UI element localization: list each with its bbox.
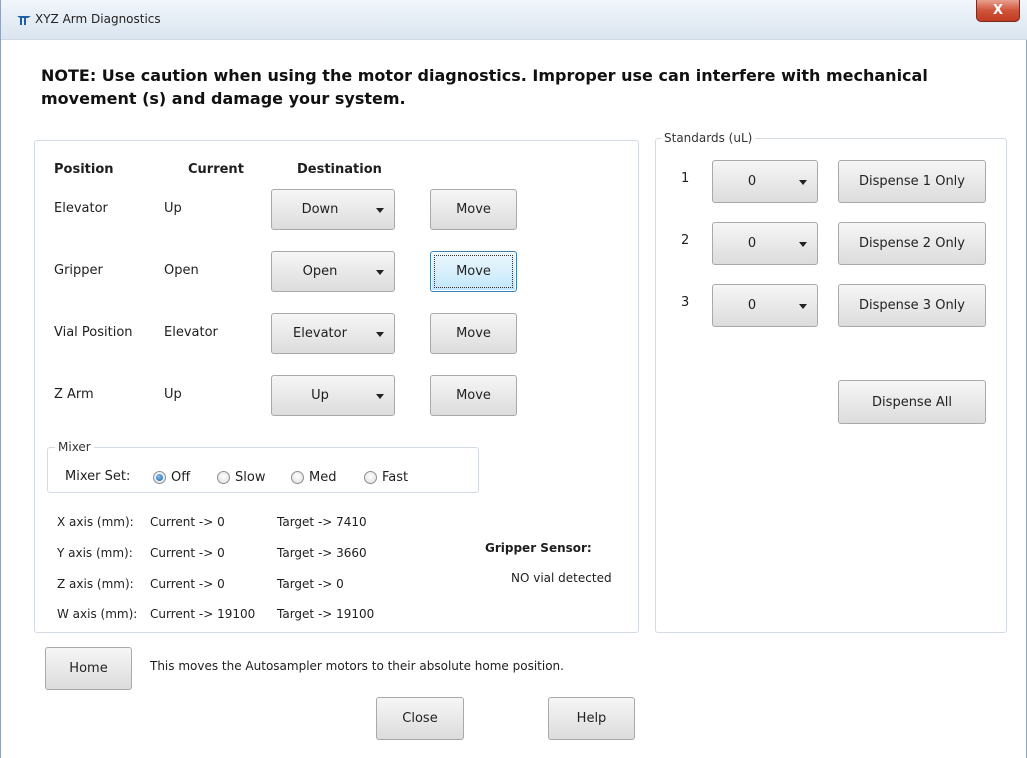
vial-position-label: Vial Position xyxy=(54,325,133,340)
z-arm-destination-value: Up xyxy=(311,388,329,403)
dispense-3-label: Dispense 3 Only xyxy=(859,298,965,313)
w-axis-label: W axis (mm): xyxy=(57,607,138,621)
window-title: XYZ Arm Diagnostics xyxy=(35,12,161,26)
chevron-down-icon xyxy=(376,331,384,337)
close-label: Close xyxy=(402,711,438,726)
dispense-all-label: Dispense All xyxy=(872,394,952,410)
chevron-down-icon xyxy=(799,303,807,309)
help-button[interactable]: Help xyxy=(548,697,635,740)
mixer-set-label: Mixer Set: xyxy=(65,469,131,484)
z-axis-label: Z axis (mm): xyxy=(57,577,134,591)
elevator-move-label: Move xyxy=(456,202,491,217)
vial-position-destination-value: Elevator xyxy=(293,326,347,341)
elevator-destination-value: Down xyxy=(301,202,339,217)
dispense-2-button[interactable]: Dispense 2 Only xyxy=(838,222,986,265)
z-arm-move-label: Move xyxy=(456,388,491,403)
home-description: This moves the Autosampler motors to the… xyxy=(150,659,564,673)
y-axis-current: Current -> 0 xyxy=(150,546,225,560)
standard-1-volume-value: 0 xyxy=(747,174,757,189)
elevator-label: Elevator xyxy=(54,201,108,216)
gripper-current: Open xyxy=(164,263,199,278)
radio-selected-icon xyxy=(153,471,166,484)
app-logo-icon xyxy=(17,16,31,25)
elevator-destination-select[interactable]: Down xyxy=(271,189,395,230)
current-header: Current xyxy=(188,162,244,177)
standard-1-volume-select[interactable]: 0 xyxy=(712,160,818,203)
standard-1-index: 1 xyxy=(681,171,690,186)
x-axis-label: X axis (mm): xyxy=(57,515,134,529)
mixer-fast-radio[interactable]: Fast xyxy=(364,470,408,485)
gripper-label: Gripper xyxy=(54,263,103,278)
dispense-all-button[interactable]: Dispense All xyxy=(838,380,986,424)
elevator-move-button[interactable]: Move xyxy=(430,189,517,230)
dispense-3-button[interactable]: Dispense 3 Only xyxy=(838,284,986,327)
mixer-slow-label: Slow xyxy=(235,470,266,485)
w-axis-target: Target -> 19100 xyxy=(277,607,375,621)
chevron-down-icon xyxy=(376,207,384,213)
standard-3-index: 3 xyxy=(681,295,690,310)
mixer-med-label: Med xyxy=(309,470,337,485)
mixer-off-radio[interactable]: Off xyxy=(153,470,190,485)
chevron-down-icon xyxy=(376,269,384,275)
home-button[interactable]: Home xyxy=(45,647,132,690)
title-bar: XYZ Arm Diagnostics X xyxy=(1,0,1027,40)
z-arm-current: Up xyxy=(164,387,182,402)
standard-2-volume-select[interactable]: 0 xyxy=(712,222,818,265)
close-window-button[interactable]: X xyxy=(976,0,1020,22)
standard-2-index: 2 xyxy=(681,233,690,248)
destination-header: Destination xyxy=(297,162,382,177)
chevron-down-icon xyxy=(799,241,807,247)
gripper-destination-value: Open xyxy=(302,264,338,279)
vial-position-current: Elevator xyxy=(164,325,218,340)
radio-unselected-icon xyxy=(364,471,377,484)
vial-position-destination-select[interactable]: Elevator xyxy=(271,313,395,354)
mixer-fast-label: Fast xyxy=(382,470,409,485)
elevator-current: Up xyxy=(164,201,182,216)
close-icon: X xyxy=(992,3,1004,18)
gripper-move-button[interactable]: Move xyxy=(430,251,517,292)
home-label: Home xyxy=(69,661,108,676)
dispense-1-label: Dispense 1 Only xyxy=(859,174,965,189)
standard-3-volume-value: 0 xyxy=(747,298,757,313)
standards-legend: Standards (uL) xyxy=(661,131,756,145)
mixer-slow-radio[interactable]: Slow xyxy=(217,470,265,485)
caution-note: NOTE: Use caution when using the motor d… xyxy=(41,66,928,108)
focus-indicator xyxy=(434,255,513,288)
standard-3-volume-select[interactable]: 0 xyxy=(712,284,818,327)
z-axis-target: Target -> 0 xyxy=(277,577,344,591)
standard-2-volume-value: 0 xyxy=(747,236,757,251)
w-axis-current: Current -> 19100 xyxy=(150,607,256,621)
gripper-sensor-label: Gripper Sensor: xyxy=(485,541,592,555)
mixer-legend: Mixer xyxy=(55,440,94,454)
position-header: Position xyxy=(54,162,114,177)
radio-unselected-icon xyxy=(217,471,230,484)
help-label: Help xyxy=(576,711,607,726)
gripper-sensor-status: NO vial detected xyxy=(511,571,612,585)
z-arm-move-button[interactable]: Move xyxy=(430,375,517,416)
z-arm-destination-select[interactable]: Up xyxy=(271,375,395,416)
radio-unselected-icon xyxy=(291,471,304,484)
mixer-off-label: Off xyxy=(171,470,191,485)
z-axis-current: Current -> 0 xyxy=(150,577,225,591)
vial-position-move-button[interactable]: Move xyxy=(430,313,517,354)
z-arm-label: Z Arm xyxy=(54,387,94,402)
close-button[interactable]: Close xyxy=(376,697,464,740)
dispense-2-label: Dispense 2 Only xyxy=(859,236,965,251)
y-axis-label: Y axis (mm): xyxy=(57,546,133,560)
mixer-med-radio[interactable]: Med xyxy=(291,470,336,485)
chevron-down-icon xyxy=(376,393,384,399)
chevron-down-icon xyxy=(799,179,807,185)
x-axis-current: Current -> 0 xyxy=(150,515,225,529)
diagnostics-window: XYZ Arm Diagnostics X NOTE: Use caution … xyxy=(0,0,1027,758)
y-axis-target: Target -> 3660 xyxy=(277,546,367,560)
x-axis-target: Target -> 7410 xyxy=(277,515,367,529)
vial-position-move-label: Move xyxy=(456,326,491,341)
dispense-1-button[interactable]: Dispense 1 Only xyxy=(838,160,986,203)
gripper-destination-select[interactable]: Open xyxy=(271,251,395,292)
